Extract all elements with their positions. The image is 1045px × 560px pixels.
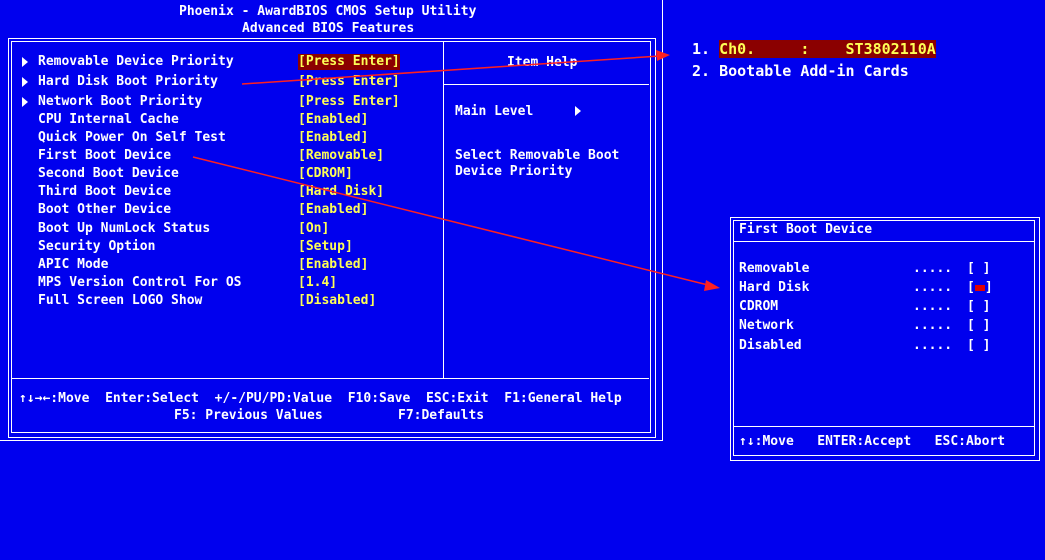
arrow-hdd-priority <box>241 55 661 85</box>
arrow-first-boot <box>192 156 709 286</box>
arrow-head-icon <box>704 280 720 291</box>
arrow-head-icon <box>656 50 670 61</box>
annotation-arrows <box>192 50 720 291</box>
